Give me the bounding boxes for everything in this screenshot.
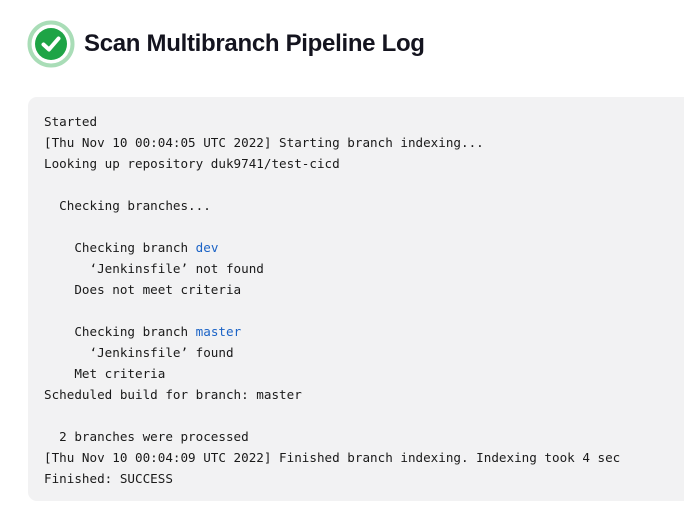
log-line: Checking branches... bbox=[44, 198, 211, 213]
log-line-blank bbox=[44, 405, 684, 426]
branch-link-dev[interactable]: dev bbox=[196, 240, 219, 255]
log-line: Met criteria bbox=[44, 366, 166, 381]
log-line: Scheduled build for branch: master bbox=[44, 387, 302, 402]
log-line-blank bbox=[44, 300, 684, 321]
log-line: ‘Jenkinsfile’ not found bbox=[44, 261, 264, 276]
log-line: [Thu Nov 10 00:04:09 UTC 2022] Finished … bbox=[44, 450, 621, 465]
log-line: Started bbox=[44, 114, 98, 129]
success-check-icon bbox=[27, 20, 75, 68]
log-line-prefix: Checking branch bbox=[44, 240, 196, 255]
log-line: Does not meet criteria bbox=[44, 282, 242, 297]
log-line: Looking up repository duk9741/test-cicd bbox=[44, 156, 340, 171]
log-line: [Thu Nov 10 00:04:05 UTC 2022] Starting … bbox=[44, 135, 484, 150]
log-line-prefix: Checking branch bbox=[44, 324, 196, 339]
page-header: Scan Multibranch Pipeline Log bbox=[27, 20, 425, 68]
page-title: Scan Multibranch Pipeline Log bbox=[84, 30, 425, 57]
log-line-checking-master: Checking branch master bbox=[44, 321, 684, 342]
log-line-blank bbox=[44, 174, 684, 195]
log-line: ‘Jenkinsfile’ found bbox=[44, 345, 234, 360]
log-line-result: Finished: SUCCESS bbox=[44, 471, 173, 486]
branch-link-master[interactable]: master bbox=[196, 324, 242, 339]
scan-log-page: Scan Multibranch Pipeline Log Started [T… bbox=[0, 0, 684, 528]
console-output: Started [Thu Nov 10 00:04:05 UTC 2022] S… bbox=[28, 97, 684, 501]
log-line-checking-dev: Checking branch dev bbox=[44, 237, 684, 258]
log-line-blank bbox=[44, 216, 684, 237]
log-line: 2 branches were processed bbox=[44, 429, 249, 444]
